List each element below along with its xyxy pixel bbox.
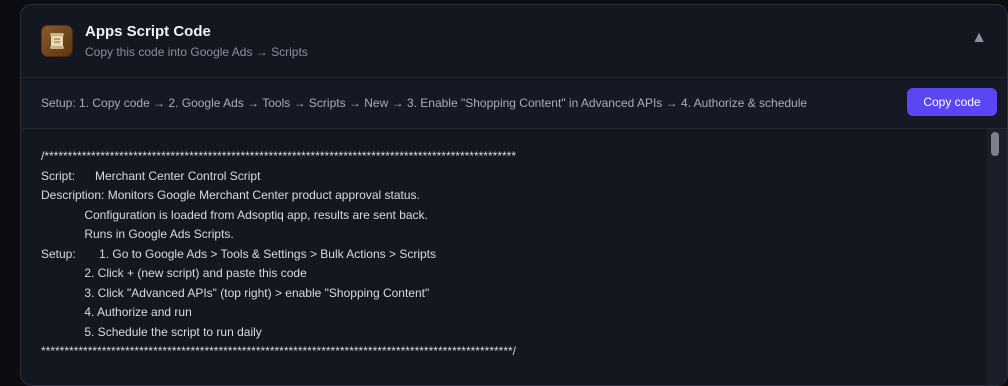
setup-bar: Setup: 1. Copy code → 2. Google Ads → To…	[21, 77, 1007, 129]
code-line: Configuration is loaded from Adsoptiq ap…	[41, 207, 428, 222]
code-line: 3. Click "Advanced APIs" (top right) > e…	[41, 285, 430, 300]
copy-code-button[interactable]: Copy code	[907, 88, 997, 116]
code-line: Runs in Google Ads Scripts.	[41, 227, 234, 241]
code-line: Setup: 1. Go to Google Ads > Tools & Set…	[41, 246, 436, 261]
code-line: 5. Schedule the script to run daily	[41, 324, 262, 339]
code-line: /***************************************…	[41, 149, 516, 163]
code-line: ****************************************…	[41, 344, 516, 358]
apps-script-panel: Apps Script Code Copy this code into Goo…	[20, 4, 1008, 386]
panel-subtitle: Copy this code into Google Ads → Scripts	[85, 45, 308, 59]
scrollbar-thumb[interactable]	[991, 132, 999, 156]
code-line: 4. Authorize and run	[41, 305, 192, 319]
panel-title: Apps Script Code	[85, 23, 211, 40]
code-content: /***************************************…	[21, 129, 1007, 362]
code-line: Script: Merchant Center Control Script	[41, 168, 261, 183]
code-line: 2. Click + (new script) and paste this c…	[41, 266, 307, 280]
collapse-icon[interactable]: ▲	[971, 29, 987, 47]
scroll-icon	[41, 25, 73, 57]
panel-header[interactable]: Apps Script Code Copy this code into Goo…	[21, 5, 1007, 77]
setup-instructions: Setup: 1. Copy code → 2. Google Ads → To…	[41, 96, 808, 110]
code-line: Description: Monitors Google Merchant Ce…	[41, 188, 420, 202]
vertical-scrollbar[interactable]	[987, 129, 1007, 385]
code-block[interactable]: /***************************************…	[21, 129, 1007, 385]
